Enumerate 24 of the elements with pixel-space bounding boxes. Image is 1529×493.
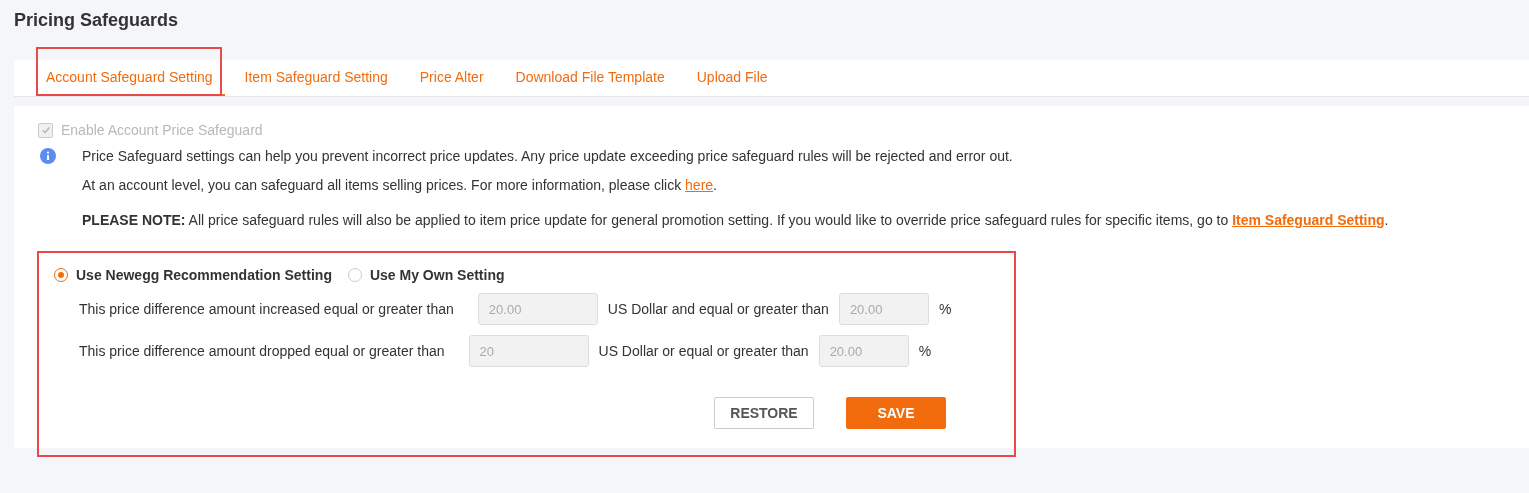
unit-label: US Dollar and equal or greater than (607, 301, 829, 317)
tab[interactable]: Item Safeguard Setting (244, 60, 400, 96)
restore-button[interactable]: RESTORE (714, 397, 814, 429)
percent-sign: % (938, 301, 952, 317)
percent-sign: % (918, 343, 932, 359)
save-button[interactable]: SAVE (846, 397, 946, 429)
radio-label: Use My Own Setting (369, 267, 505, 283)
page-title: Pricing Safeguards (14, 10, 180, 31)
tab[interactable]: Account Safeguard Setting (46, 60, 225, 96)
info-text: At an account level, you can safeguard all items selling prices. For more information, please click here. (82, 177, 718, 194)
here-link[interactable]: here (685, 177, 714, 193)
info-text: Price Safeguard settings can help you prevent incorrect price updates. Any price update exceeding price safeguard rules will be rejected and error out. (82, 148, 1014, 165)
checkmark-icon (40, 125, 51, 135)
item-safeguard-link[interactable]: Item Safeguard Setting (1232, 212, 1385, 228)
tab[interactable]: Upload File (696, 60, 780, 96)
unit-label: US Dollar or equal or greater than (598, 343, 809, 359)
rule-label: This price difference amount dropped equal or greater than (79, 343, 445, 359)
tab[interactable]: Price Alter (419, 60, 496, 96)
radio-label: Use Newegg Recommendation Setting (76, 267, 332, 283)
tab[interactable]: Download File Template (515, 60, 677, 96)
rule-label: This price difference amount increased equal or greater than (79, 301, 454, 317)
note-text: PLEASE NOTE: All price safeguard rules will also be applied to item price update for general promotion setting. If you would like to override price safeguard rules for specific items, go to Item Safeguard Setting. (82, 212, 1389, 229)
checkbox-label: Enable Account Price Safeguard (61, 122, 263, 138)
info-icon (40, 148, 56, 164)
